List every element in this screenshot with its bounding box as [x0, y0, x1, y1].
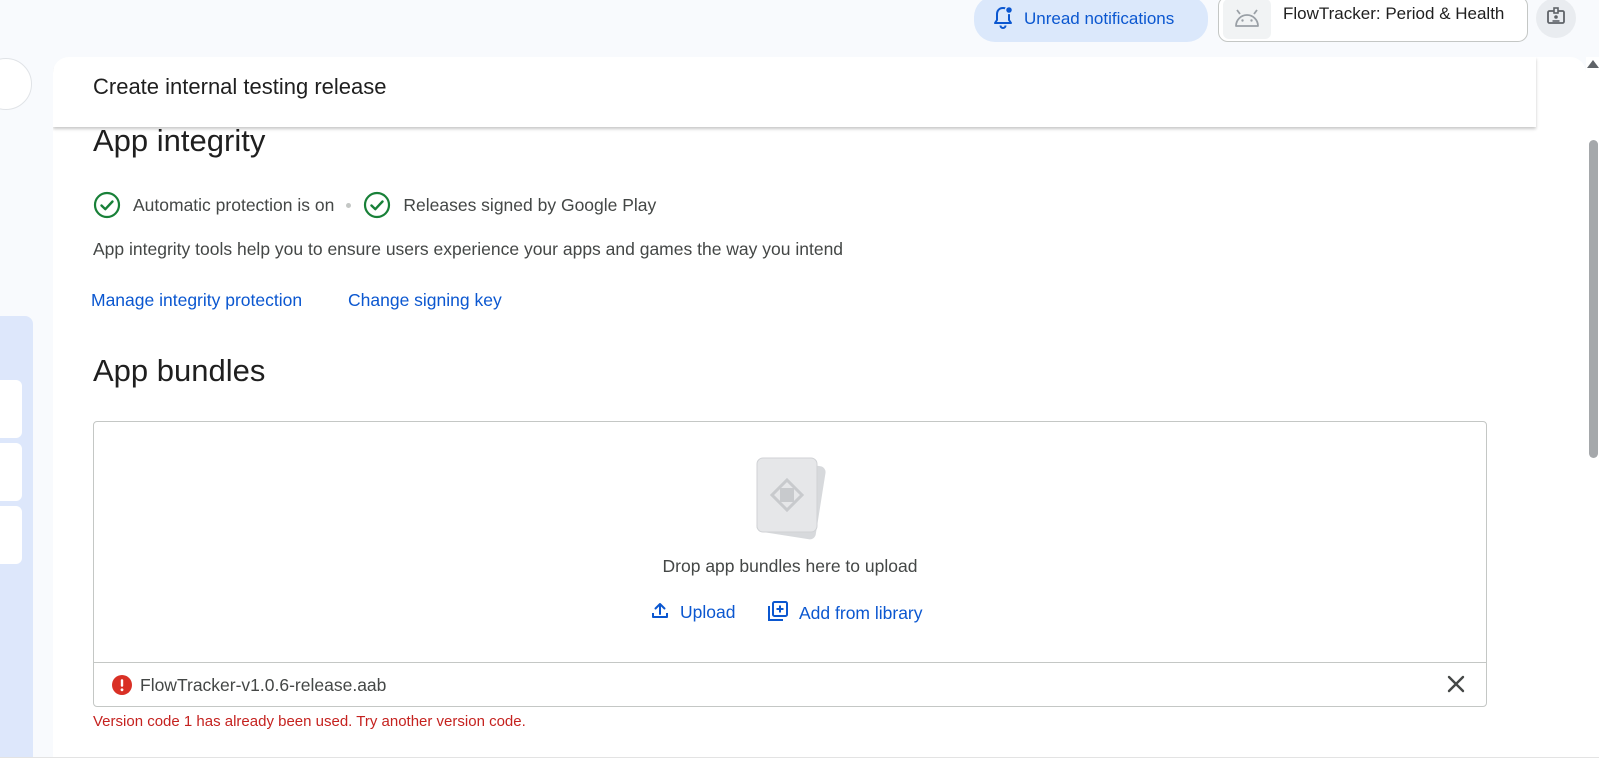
nav-rail-card[interactable]	[0, 380, 22, 438]
protection-status: Automatic protection is on	[133, 194, 335, 215]
version-code-error: Version code 1 has already been used. Tr…	[93, 713, 526, 730]
integrity-status-row: Automatic protection is on Releases sign…	[93, 191, 656, 219]
separator-dot	[346, 202, 352, 208]
upload-label: Upload	[680, 602, 736, 622]
unread-notifications-label: Unread notifications	[1024, 9, 1175, 28]
page-title: Create internal testing release	[93, 74, 387, 99]
app-bundle-upload-box: Drop app bundles here to upload Upload A…	[93, 421, 1487, 707]
scrollbar-thumb[interactable]	[1589, 140, 1598, 458]
app-selector[interactable]: FlowTracker: Period & Health	[1218, 0, 1528, 42]
nav-rail-card[interactable]	[0, 443, 22, 501]
library-add-icon	[767, 600, 789, 627]
drop-zone[interactable]: Drop app bundles here to upload Upload A…	[94, 422, 1486, 662]
account-button[interactable]	[1536, 0, 1576, 38]
drop-instructions: Drop app bundles here to upload	[662, 556, 918, 576]
app-integrity-heading: App integrity	[93, 123, 266, 158]
main-content: Create internal testing release App inte…	[53, 57, 1586, 757]
remove-file-button[interactable]	[1444, 674, 1468, 698]
app-name: FlowTracker: Period & Health	[1283, 4, 1505, 23]
page-header: Create internal testing release	[53, 57, 1536, 127]
signing-status: Releases signed by Google Play	[403, 194, 657, 215]
bundle-illustration-icon	[749, 454, 829, 544]
manage-integrity-link[interactable]: Manage integrity protection	[91, 290, 302, 311]
change-signing-key-link[interactable]: Change signing key	[348, 290, 502, 311]
check-circle-icon	[93, 191, 121, 219]
badge-icon	[1546, 6, 1566, 31]
check-circle-icon	[363, 191, 391, 219]
upload-button[interactable]: Upload	[650, 600, 735, 625]
integrity-description: App integrity tools help you to ensure u…	[93, 239, 844, 259]
nav-rail-button[interactable]	[0, 58, 32, 110]
app-bundles-heading: App bundles	[93, 353, 266, 388]
close-icon	[1446, 674, 1466, 699]
unread-notifications-button[interactable]: Unread notifications	[974, 0, 1208, 42]
error-icon	[112, 675, 132, 695]
bell-icon	[992, 5, 1014, 34]
scroll-up-arrow-icon[interactable]	[1587, 60, 1599, 68]
uploaded-file-row: FlowTracker-v1.0.6-release.aab	[94, 662, 1486, 707]
file-name: FlowTracker-v1.0.6-release.aab	[140, 674, 387, 695]
android-icon	[1223, 0, 1271, 39]
upload-icon	[650, 600, 670, 625]
bottom-edge	[0, 757, 1599, 781]
add-from-library-label: Add from library	[799, 603, 923, 623]
nav-rail-card[interactable]	[0, 506, 22, 564]
add-from-library-button[interactable]: Add from library	[767, 600, 923, 627]
